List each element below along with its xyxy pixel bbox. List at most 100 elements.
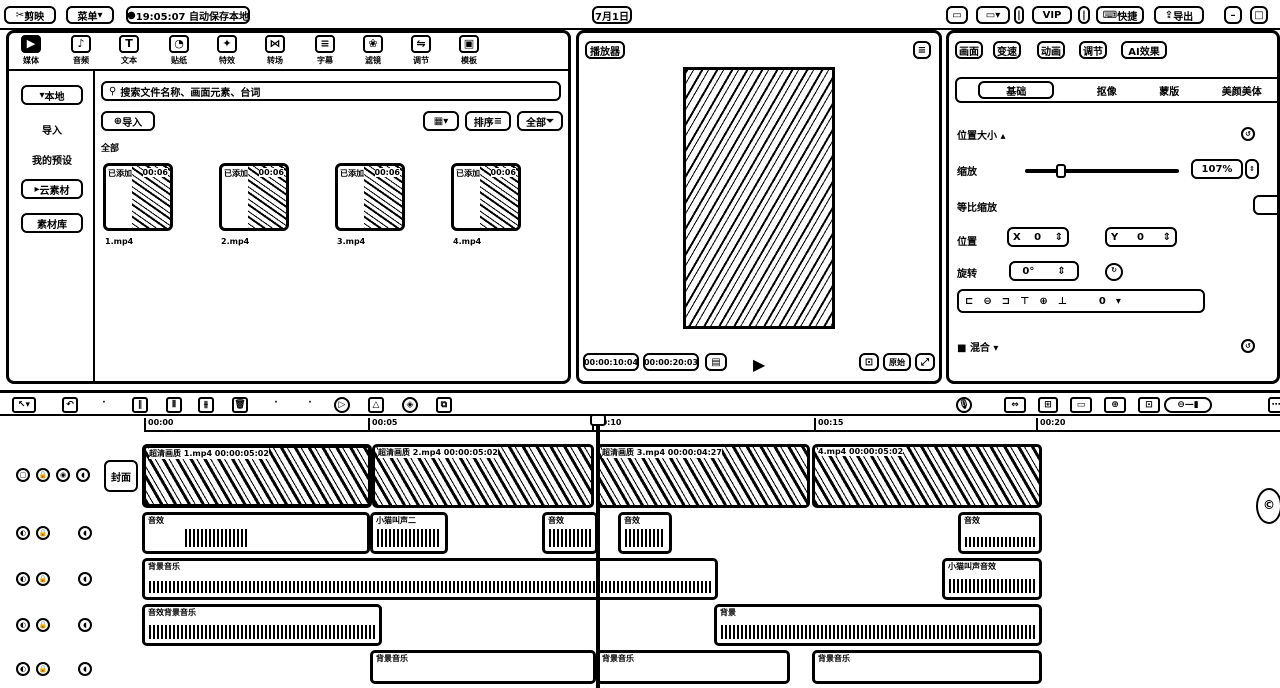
volume-icon[interactable]: ◖ (76, 468, 90, 482)
tab-picture[interactable]: 画面 (955, 41, 983, 59)
crop-icon[interactable]: ⧉ (436, 397, 452, 413)
video-clip[interactable]: 超清画质 2.mp4 00:00:05:02 (372, 444, 594, 508)
audio-clip[interactable]: 背景音乐 (142, 558, 718, 600)
tab-media[interactable]: ▶ 媒体 (13, 35, 49, 66)
audio-track-toggle-icon[interactable]: ◐ (16, 662, 30, 676)
fullscreen-icon[interactable]: ⤢ (915, 353, 935, 371)
tab-adjust[interactable]: ⇋ 调节 (403, 35, 439, 66)
tab-template[interactable]: ▣ 模板 (451, 35, 487, 66)
scale-slider-handle[interactable] (1055, 164, 1066, 178)
position-y-field[interactable]: Y 0 ⇕ (1105, 227, 1177, 247)
align-right-icon[interactable]: ⊐ (1002, 296, 1010, 307)
audio-clip[interactable]: 音效背景音乐 (142, 604, 382, 646)
reset-icon[interactable]: ↺ (1241, 339, 1255, 353)
volume-icon[interactable]: ◖ (78, 662, 92, 676)
sidebar-item-library[interactable]: 素材库 (21, 213, 83, 233)
align-center-v-icon[interactable]: ⊕ (1039, 296, 1047, 307)
play-range-icon[interactable]: ▷ (334, 397, 350, 413)
delete-icon[interactable]: 🗑 (232, 397, 248, 413)
shortcut-button[interactable]: ⌨ 快捷 (1096, 6, 1144, 24)
center-icon[interactable]: ⊕ (1104, 397, 1126, 413)
sidebar-item-local[interactable]: ▾ 本地 (21, 85, 83, 105)
lock-icon[interactable]: 🔒 (36, 662, 50, 676)
filter-button[interactable]: 全部 ⏷ (517, 111, 563, 131)
layout-icon[interactable]: ▭ (946, 6, 968, 24)
volume-icon[interactable]: ◖ (78, 526, 92, 540)
caption-icon[interactable]: ⊡ (1138, 397, 1160, 413)
search-input[interactable]: ⚲ 搜索文件名称、画面元素、台词 (101, 81, 561, 101)
subtab-mask[interactable]: 蒙版 (1159, 83, 1179, 98)
project-title[interactable]: 7月1日 (592, 6, 632, 24)
add-track-icon[interactable]: © (1256, 488, 1280, 524)
preview-axis-icon[interactable]: ▭ (1070, 397, 1092, 413)
audio-clip[interactable]: 小猫叫声音效 (942, 558, 1042, 600)
audio-clip[interactable]: 背景音乐 (370, 650, 596, 684)
align-value[interactable]: 0 (1099, 296, 1106, 307)
volume-icon[interactable]: ◖ (78, 618, 92, 632)
blend-heading[interactable]: ■ 混合 ▾ (957, 339, 998, 354)
lock-icon[interactable]: 🔒 (36, 468, 50, 482)
subtab-beauty[interactable]: 美颜美体 (1222, 83, 1262, 98)
audio-clip[interactable]: 音效 (542, 512, 598, 554)
tab-sticker[interactable]: ◔ 贴纸 (161, 35, 197, 66)
align-bottom-icon[interactable]: ⊥ (1058, 296, 1067, 307)
freeze-icon[interactable]: · (302, 397, 318, 413)
sidebar-item-cloud[interactable]: ▸ 云素材 (21, 179, 83, 199)
fit-icon[interactable]: ⊡ (859, 353, 879, 371)
audio-clip[interactable]: 音效 (142, 512, 370, 554)
marker-icon[interactable]: · (268, 397, 284, 413)
scale-value-field[interactable]: 107% (1191, 159, 1243, 179)
import-button[interactable]: ⊕ 导入 (101, 111, 155, 131)
link-icon[interactable]: ⇔ (1004, 397, 1026, 413)
lock-icon[interactable]: 🔒 (36, 618, 50, 632)
audio-clip[interactable]: 小猫叫声二 (370, 512, 448, 554)
tab-ai-effects[interactable]: AI效果 (1121, 41, 1167, 59)
tab-transition[interactable]: ⋈ 转场 (257, 35, 293, 66)
lock-icon[interactable]: 🔒 (36, 526, 50, 540)
sidebar-item-presets[interactable]: 我的预设 (21, 149, 83, 169)
split-left-icon[interactable]: ⫴ (166, 397, 182, 413)
playhead[interactable] (596, 418, 600, 688)
menu-button[interactable]: 菜单 ▾ (66, 6, 114, 24)
rotation-field[interactable]: 0° ⇕ (1009, 261, 1079, 281)
audio-clip[interactable]: 背景音乐 (596, 650, 790, 684)
stepper-icon[interactable]: ⇕ (1245, 159, 1259, 179)
cover-button[interactable]: 封面 (104, 460, 138, 492)
minimize-icon[interactable]: – (1224, 6, 1242, 24)
export-button[interactable]: ⇪ 导出 (1154, 6, 1204, 24)
media-clip[interactable]: 已添加 00:06 (335, 163, 405, 231)
timecode-icon[interactable]: ▤ (705, 353, 727, 371)
uniform-scale-toggle[interactable] (1253, 195, 1277, 215)
media-clip[interactable]: 已添加 00:06 (451, 163, 521, 231)
snap-icon[interactable]: ⊞ (1038, 397, 1058, 413)
audio-clip[interactable]: 背景音乐 (812, 650, 1042, 684)
tab-speed[interactable]: 变速 (993, 41, 1021, 59)
microphone-icon[interactable]: 🎙 (956, 397, 972, 413)
video-clip[interactable]: 4.mp4 00:00:05:02 (812, 444, 1042, 508)
zoom-slider[interactable]: ⊖—▮ (1164, 397, 1212, 413)
position-size-heading[interactable]: 位置大小 ▴ (957, 127, 1006, 142)
more-icon[interactable]: ⋯ (1268, 397, 1280, 413)
mirror-icon[interactable]: △ (368, 397, 384, 413)
eye-icon[interactable]: ◉ (56, 468, 70, 482)
video-preview[interactable] (683, 67, 835, 329)
audio-track-toggle-icon[interactable]: ◐ (16, 526, 30, 540)
redo-icon[interactable]: · (96, 397, 112, 413)
vip-button[interactable]: VIP (1032, 6, 1072, 24)
ratio-button[interactable]: 原始 (883, 353, 911, 371)
align-center-h-icon[interactable]: ⊖ (983, 296, 991, 307)
tab-animation[interactable]: 动画 (1037, 41, 1065, 59)
tab-subtitle[interactable]: ≡ 字幕 (307, 35, 343, 66)
tab-text[interactable]: T 文本 (111, 35, 147, 66)
undo-icon[interactable]: ↶ (62, 397, 78, 413)
reset-icon[interactable]: ↺ (1241, 127, 1255, 141)
subtab-cutout[interactable]: 抠像 (1097, 83, 1117, 98)
view-toggle-button[interactable]: ▦▾ (423, 111, 459, 131)
volume-icon[interactable]: ◖ (78, 572, 92, 586)
sort-button[interactable]: 排序 ≡ (465, 111, 511, 131)
rotate-clip-icon[interactable]: ◈ (402, 397, 418, 413)
audio-clip[interactable]: 音效 (958, 512, 1042, 554)
video-track-toggle-icon[interactable]: ▢ (16, 468, 30, 482)
tab-filter[interactable]: ❀ 滤镜 (355, 35, 391, 66)
time-ruler[interactable]: 00:00 00:05 00:10 00:15 00:20 (144, 418, 1280, 432)
